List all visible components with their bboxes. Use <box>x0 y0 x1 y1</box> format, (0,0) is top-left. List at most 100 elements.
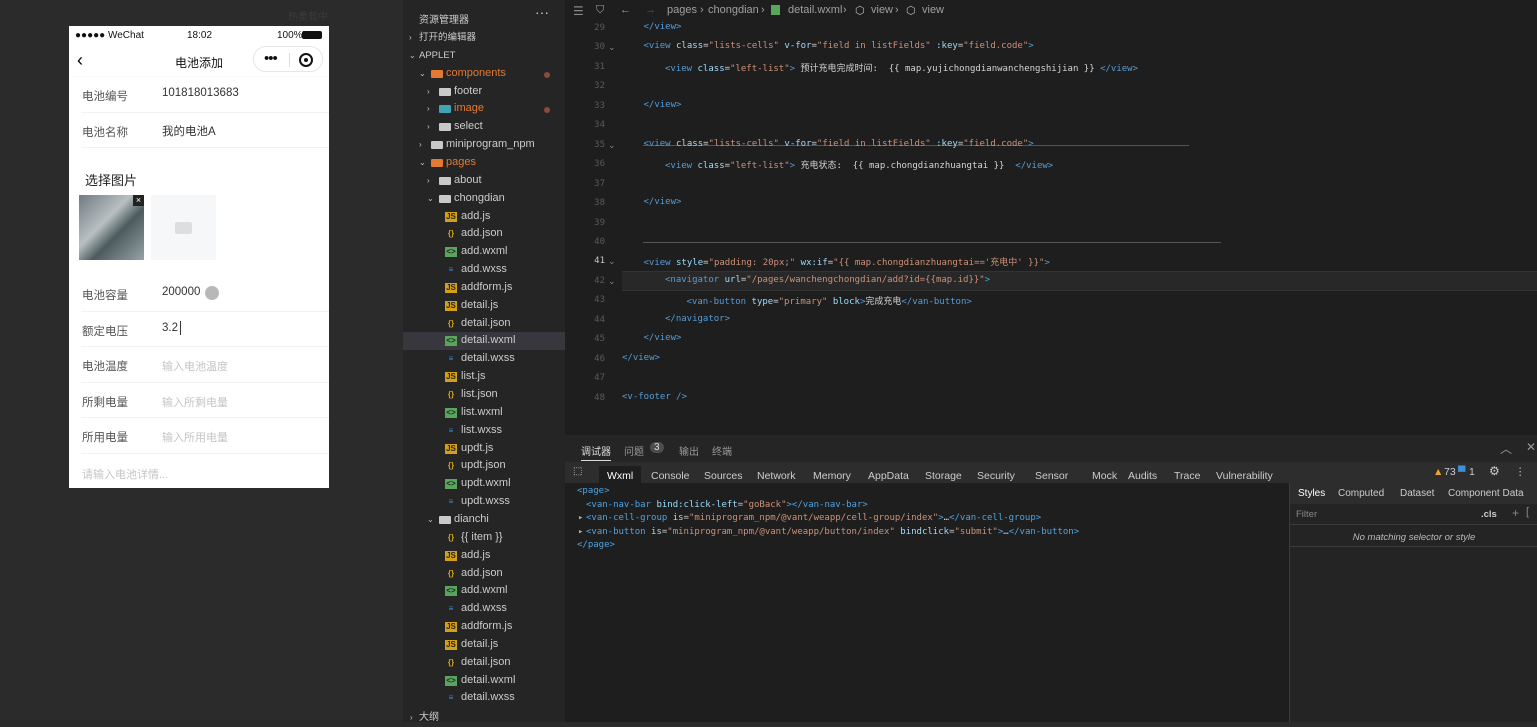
devtools-tab-console[interactable]: Console <box>651 470 690 482</box>
code-line[interactable]: <navigator url="/pages/wanchengchongdian… <box>665 275 990 285</box>
capsule-menu[interactable]: ••• <box>253 46 323 72</box>
tree-item[interactable]: › miniprogram_npm <box>403 136 565 154</box>
devtools-tab-security[interactable]: Security <box>977 470 1015 482</box>
code-line[interactable]: <view class="lists-cells" v-for="field i… <box>644 139 1034 149</box>
code-line[interactable]: <v-footer /> <box>622 392 687 402</box>
kebab-menu-icon[interactable]: ⋮ <box>1515 466 1526 478</box>
close-mini-program-icon[interactable] <box>299 53 313 67</box>
code-line[interactable]: <view class="left-list"> 预计充电完成时间: {{ ma… <box>665 61 1138 74</box>
cls-toggle[interactable]: .cls <box>1481 509 1497 520</box>
delete-image-icon[interactable]: × <box>133 195 144 206</box>
tree-item[interactable]: <> detail.wxml <box>403 672 565 690</box>
tree-item[interactable]: ≡ updt.wxss <box>403 493 565 511</box>
tree-item[interactable]: {} {{ item }} <box>403 529 565 547</box>
tree-item[interactable]: JS add.js <box>403 208 565 226</box>
uploaded-image-thumb[interactable]: × <box>79 195 144 260</box>
devtools-tab-network[interactable]: Network <box>757 470 796 482</box>
wxml-node[interactable]: ▸ <van-cell-group is="miniprogram_npm/@va… <box>578 513 1041 523</box>
devtools-tab-vulnerability[interactable]: Vulnerability <box>1216 470 1273 482</box>
tree-item[interactable]: › image <box>403 100 565 118</box>
more-icon[interactable]: ••• <box>264 50 278 68</box>
tree-item[interactable]: <> detail.wxml <box>403 332 565 351</box>
fold-chevron-icon[interactable]: ⌄ <box>608 276 616 287</box>
tree-item[interactable]: ⌄ pages <box>403 154 565 172</box>
wxml-tree[interactable]: <page> <van-nav-bar bind:click-left="goBa… <box>565 483 1289 722</box>
tree-item[interactable]: JS addform.js <box>403 279 565 297</box>
devtools-tab-sources[interactable]: Sources <box>704 470 743 482</box>
tree-item[interactable]: <> add.wxml <box>403 243 565 261</box>
form-cell[interactable]: 电池温度 输入电池温度 <box>81 347 329 383</box>
outline-section[interactable]: › 大纲 <box>403 709 565 727</box>
devtools-tab-trace[interactable]: Trace <box>1174 470 1200 482</box>
tree-item[interactable]: ≡ detail.wxss <box>403 689 565 707</box>
tree-item[interactable]: ⌄ chongdian <box>403 190 565 208</box>
form-cell[interactable]: 额定电压 3.2 <box>81 312 329 348</box>
tree-item[interactable]: ≡ add.wxss <box>403 600 565 618</box>
list-icon[interactable]: ☰ <box>573 4 584 18</box>
tree-item[interactable]: <> list.wxml <box>403 404 565 422</box>
devtools-tab-mock[interactable]: Mock <box>1092 470 1117 482</box>
gear-icon[interactable]: ⚙ <box>1489 464 1500 478</box>
form-cell[interactable]: 电池容量 200000 <box>81 276 329 312</box>
code-line[interactable]: <van-button type="primary" block>完成充电</v… <box>687 294 972 307</box>
tree-item[interactable]: › 打开的编辑器 <box>403 29 565 47</box>
tree-item[interactable]: <> updt.wxml <box>403 475 565 493</box>
more-actions-icon[interactable]: ··· <box>535 4 549 20</box>
code-line[interactable]: </view> <box>622 353 660 363</box>
cell-input[interactable]: 输入所剩电量 <box>162 394 228 410</box>
upload-image-button[interactable] <box>151 195 216 260</box>
code-line[interactable]: </navigator> <box>665 314 730 324</box>
cell-input[interactable]: 输入所用电量 <box>162 429 228 445</box>
tree-item[interactable]: JS detail.js <box>403 636 565 654</box>
cell-input[interactable]: 3.2 <box>162 322 178 334</box>
tree-item[interactable]: {} add.json <box>403 565 565 583</box>
code-line[interactable]: <view style="padding: 20px;" wx:if="{{ m… <box>644 255 1050 268</box>
tree-item[interactable]: {} list.json <box>403 386 565 404</box>
crumb-file[interactable]: detail.wxml <box>788 4 842 16</box>
cell-input[interactable]: 101818013683 <box>162 87 239 99</box>
tree-item[interactable]: ≡ detail.wxss <box>403 350 565 368</box>
inspect-element-icon[interactable]: ⬚ <box>573 466 582 477</box>
expand-arrow-icon[interactable]: ▸ <box>578 527 583 537</box>
tree-item[interactable]: JS updt.js <box>403 440 565 458</box>
crumb-view-1[interactable]: view <box>871 4 893 16</box>
cell-input[interactable]: 200000 <box>162 286 200 298</box>
form-cell[interactable]: 电池名称 我的电池A <box>81 113 329 149</box>
code-line[interactable]: </view> <box>644 22 682 32</box>
close-icon[interactable]: ✕ <box>1526 440 1536 454</box>
style-tab-computed[interactable]: Computed <box>1338 488 1384 499</box>
tree-item[interactable]: {} detail.json <box>403 315 565 333</box>
fold-chevron-icon[interactable]: ⌄ <box>608 140 616 151</box>
tree-item[interactable]: ⌄ APPLET <box>403 47 565 65</box>
tree-item[interactable]: {} updt.json <box>403 457 565 475</box>
form-cell[interactable]: 所用电量 输入所用电量 <box>81 418 329 454</box>
wxml-node[interactable]: <van-nav-bar bind:click-left="goBack"></… <box>586 500 868 510</box>
wxml-node[interactable]: ▸ <van-button is="miniprogram_npm/@vant/w… <box>578 527 1079 537</box>
code-line[interactable]: <view class="lists-cells" v-for="field i… <box>644 41 1034 51</box>
tree-item[interactable]: › select <box>403 118 565 136</box>
code-line[interactable]: </view> <box>644 197 682 207</box>
sidebar-toggle-icon[interactable]: [ <box>1526 506 1529 518</box>
tree-item[interactable]: {} add.json <box>403 225 565 243</box>
form-cell[interactable]: 所剩电量 输入所剩电量 <box>81 383 329 419</box>
crumb-chongdian[interactable]: chongdian <box>708 4 759 16</box>
devtools-tab-storage[interactable]: Storage <box>925 470 962 482</box>
tree-item[interactable]: JS list.js <box>403 368 565 386</box>
crumb-pages[interactable]: pages <box>667 4 697 16</box>
wxml-node[interactable]: <page> <box>577 486 610 496</box>
tree-item[interactable]: › about <box>403 172 565 190</box>
wxml-node[interactable]: </page> <box>577 540 615 550</box>
code-line[interactable]: </view> <box>644 333 682 343</box>
tree-item[interactable]: {} detail.json <box>403 654 565 672</box>
style-tab-dataset[interactable]: Dataset <box>1400 488 1434 499</box>
style-tab-styles[interactable]: Styles <box>1298 488 1325 499</box>
fold-chevron-icon[interactable]: ⌄ <box>608 42 616 53</box>
tree-item[interactable]: ≡ list.wxss <box>403 422 565 440</box>
nav-back-icon[interactable]: ← <box>620 4 631 16</box>
chevron-up-icon[interactable]: ︿ <box>1500 440 1512 457</box>
code-line[interactable]: <view class="left-list"> 充电状态: {{ map.ch… <box>665 158 1053 171</box>
tree-item[interactable]: ⌄ dianchi <box>403 511 565 529</box>
devtools-tab-memory[interactable]: Memory <box>813 470 851 482</box>
devtools-tab-appdata[interactable]: AppData <box>868 470 909 482</box>
add-rule-icon[interactable]: + <box>1512 506 1519 520</box>
